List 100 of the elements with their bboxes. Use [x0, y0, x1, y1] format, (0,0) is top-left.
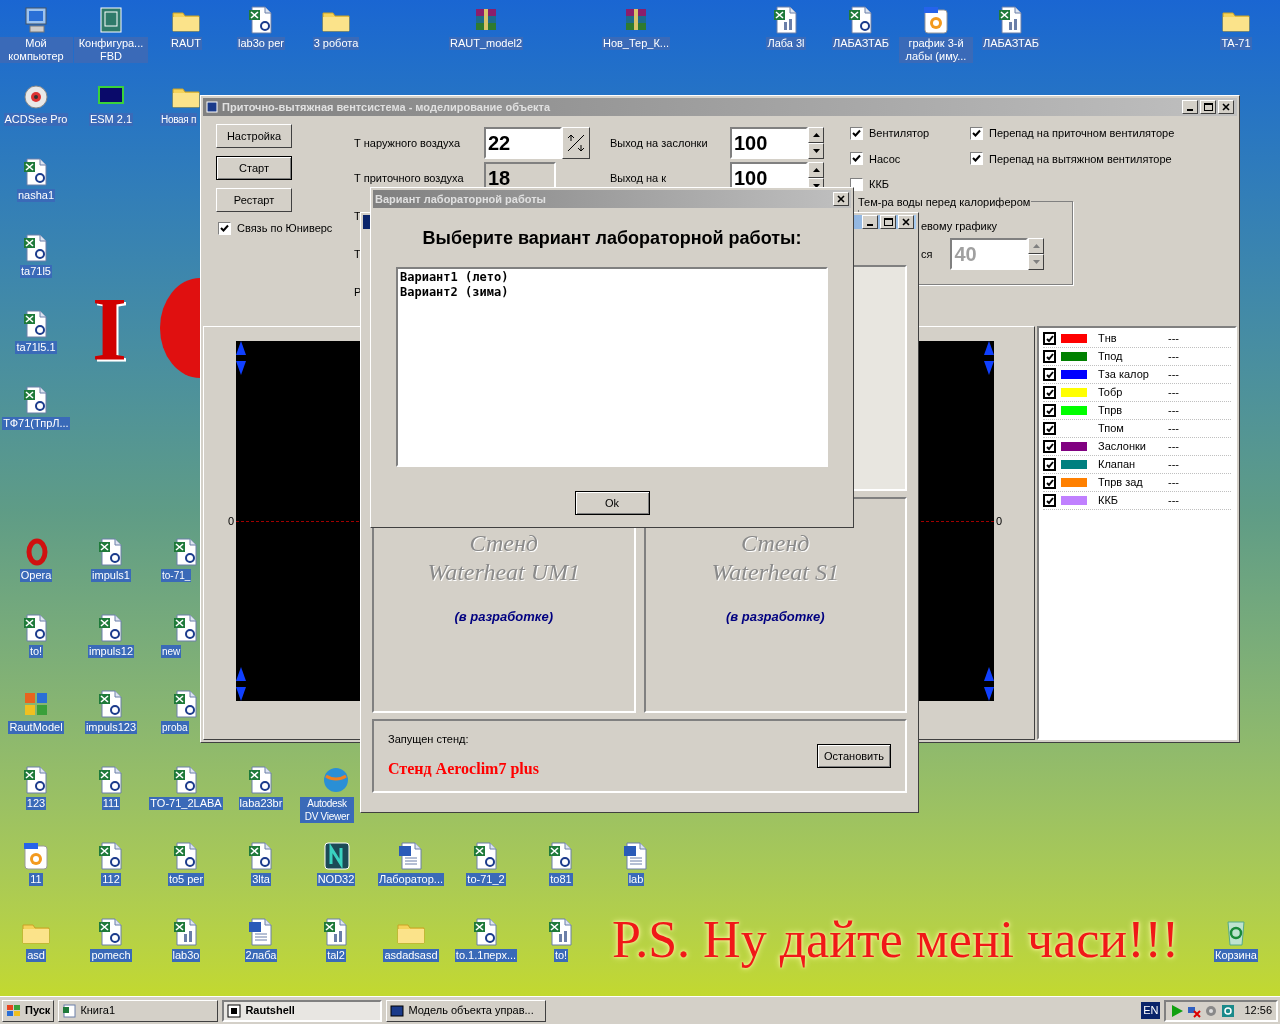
- icon-label[interactable]: laba23br: [238, 797, 284, 810]
- icon-label[interactable]: to.1.1перх...: [454, 949, 518, 962]
- taskbar-button[interactable]: Книга1: [58, 999, 219, 1022]
- icon-label[interactable]: Нов_Тер_К...: [601, 37, 671, 50]
- ok-button[interactable]: Ok: [574, 491, 650, 515]
- spin-button[interactable]: [562, 127, 590, 159]
- spin-up-button[interactable]: [1028, 238, 1045, 254]
- icon-label[interactable]: NOD32: [316, 873, 356, 886]
- legend-checkbox[interactable]: [1043, 494, 1056, 507]
- icon-label[interactable]: to-71_2: [466, 873, 506, 886]
- close-button[interactable]: [833, 192, 849, 206]
- checkbox[interactable]: [970, 152, 983, 166]
- icon-label[interactable]: new: [161, 645, 182, 658]
- icon-label[interactable]: RAUT_model2: [449, 37, 523, 50]
- up-down-handle-icon[interactable]: [983, 667, 994, 701]
- icon-label[interactable]: nasha1: [16, 189, 56, 202]
- taskbar-button[interactable]: Rautshell: [222, 999, 383, 1022]
- icon-label[interactable]: ACDSee Pro: [3, 113, 69, 126]
- icon-label[interactable]: lab3o per: [237, 37, 285, 50]
- spin-down-button[interactable]: [1028, 254, 1045, 270]
- icon-label[interactable]: to!: [553, 949, 569, 962]
- icon-label[interactable]: pomech: [90, 949, 132, 962]
- icon-label[interactable]: Autodesk DV Viewer: [300, 797, 354, 823]
- spin-up-button[interactable]: [808, 127, 824, 143]
- icon-label[interactable]: 3 робота: [312, 37, 360, 50]
- legend-checkbox[interactable]: [1043, 350, 1056, 363]
- legend-checkbox[interactable]: [1043, 332, 1056, 345]
- push-button[interactable]: Настройка: [216, 124, 292, 148]
- icon-label[interactable]: 123: [25, 797, 47, 810]
- maximize-button[interactable]: [1200, 100, 1216, 114]
- up-down-handle-icon[interactable]: [236, 667, 247, 701]
- icon-label[interactable]: to5 per: [167, 873, 205, 886]
- legend-checkbox[interactable]: [1043, 422, 1056, 435]
- icon-label[interactable]: RAUT: [170, 37, 202, 50]
- checkbox[interactable]: [850, 152, 863, 166]
- spin-up-button[interactable]: [808, 162, 824, 178]
- list-item[interactable]: Вариант1 (лето): [400, 270, 824, 285]
- close-button[interactable]: [898, 215, 914, 229]
- icon-label[interactable]: ta71l5.1: [15, 341, 57, 354]
- icon-label[interactable]: ESM 2.1: [88, 113, 134, 126]
- close-button[interactable]: [1218, 100, 1234, 114]
- minimize-button[interactable]: [1182, 100, 1198, 114]
- icon-label[interactable]: ta71l5: [20, 265, 52, 278]
- legend-checkbox[interactable]: [1043, 476, 1056, 489]
- legend-checkbox[interactable]: [1043, 458, 1056, 471]
- taskbar-button[interactable]: Модель объекта управ...: [386, 999, 547, 1022]
- icon-label[interactable]: Лаборатор...: [377, 873, 445, 886]
- icon-label[interactable]: график 3-й лабы (иму...: [899, 37, 973, 63]
- icon-label[interactable]: Мой компьютер: [0, 37, 73, 63]
- icon-label[interactable]: to81: [549, 873, 573, 886]
- start-button[interactable]: Пуск: [2, 999, 55, 1022]
- minimize-button[interactable]: [862, 215, 878, 229]
- sync-icon[interactable]: [1221, 1003, 1236, 1018]
- value-field[interactable]: 22: [484, 127, 562, 159]
- checkbox[interactable]: [850, 126, 863, 140]
- icon-label[interactable]: 111: [101, 797, 121, 810]
- icon-label[interactable]: proba: [161, 721, 189, 734]
- icon-label[interactable]: 2лаба: [244, 949, 278, 962]
- icon-label[interactable]: ТФ71(ТпрЛ...: [2, 417, 70, 430]
- icon-label[interactable]: impuls123: [84, 721, 138, 734]
- icon-label[interactable]: Новая п: [160, 113, 198, 126]
- checkbox[interactable]: [970, 126, 983, 140]
- icon-label[interactable]: Opera: [19, 569, 53, 582]
- icon-label[interactable]: asd: [26, 949, 46, 962]
- icon-label[interactable]: lab3o: [171, 949, 201, 962]
- legend-checkbox[interactable]: [1043, 386, 1056, 399]
- icon-label[interactable]: lab: [627, 873, 645, 886]
- icon-label[interactable]: asdadsasd: [383, 949, 439, 962]
- icon-label[interactable]: 11: [29, 873, 43, 886]
- icon-label[interactable]: 3lta: [251, 873, 271, 886]
- legend-checkbox[interactable]: [1043, 404, 1056, 417]
- icon-label[interactable]: tal2: [326, 949, 346, 962]
- icon-label[interactable]: ЛАБАЗТАБ: [831, 37, 891, 50]
- icon-label[interactable]: RautModel: [8, 721, 64, 734]
- field-label: Выход на к: [610, 170, 668, 186]
- checkbox[interactable]: [850, 177, 863, 191]
- push-button[interactable]: Старт: [216, 156, 292, 180]
- maximize-button[interactable]: [880, 215, 896, 229]
- language-indicator[interactable]: EN: [1141, 1002, 1161, 1019]
- value-field[interactable]: 100: [730, 127, 808, 159]
- icon-label[interactable]: impuls12: [88, 645, 134, 658]
- icon-label[interactable]: impuls1: [91, 569, 131, 582]
- icon-label[interactable]: Лаба 3l: [766, 37, 806, 50]
- icon-label[interactable]: Корзина: [1214, 949, 1258, 962]
- list-item[interactable]: Вариант2 (зима): [400, 285, 824, 300]
- push-button[interactable]: Рестарт: [216, 188, 292, 212]
- legend-checkbox[interactable]: [1043, 440, 1056, 453]
- checkbox[interactable]: [218, 221, 231, 235]
- icon-label[interactable]: to!: [28, 645, 44, 658]
- icon-label[interactable]: 112: [101, 873, 121, 886]
- icon-label[interactable]: ЛАБАЗТАБ: [981, 37, 1041, 50]
- icon-label[interactable]: TA-71: [1220, 37, 1252, 50]
- icon-label[interactable]: to-71_: [161, 569, 192, 582]
- spin-down-button[interactable]: [808, 143, 824, 159]
- up-down-handle-icon[interactable]: [236, 341, 247, 375]
- up-down-handle-icon[interactable]: [983, 341, 994, 375]
- legend-checkbox[interactable]: [1043, 368, 1056, 381]
- stop-button[interactable]: Остановить: [817, 744, 891, 768]
- icon-label[interactable]: TO-71_2LABA: [149, 797, 223, 810]
- icon-label[interactable]: Конфигура... FBD: [74, 37, 148, 63]
